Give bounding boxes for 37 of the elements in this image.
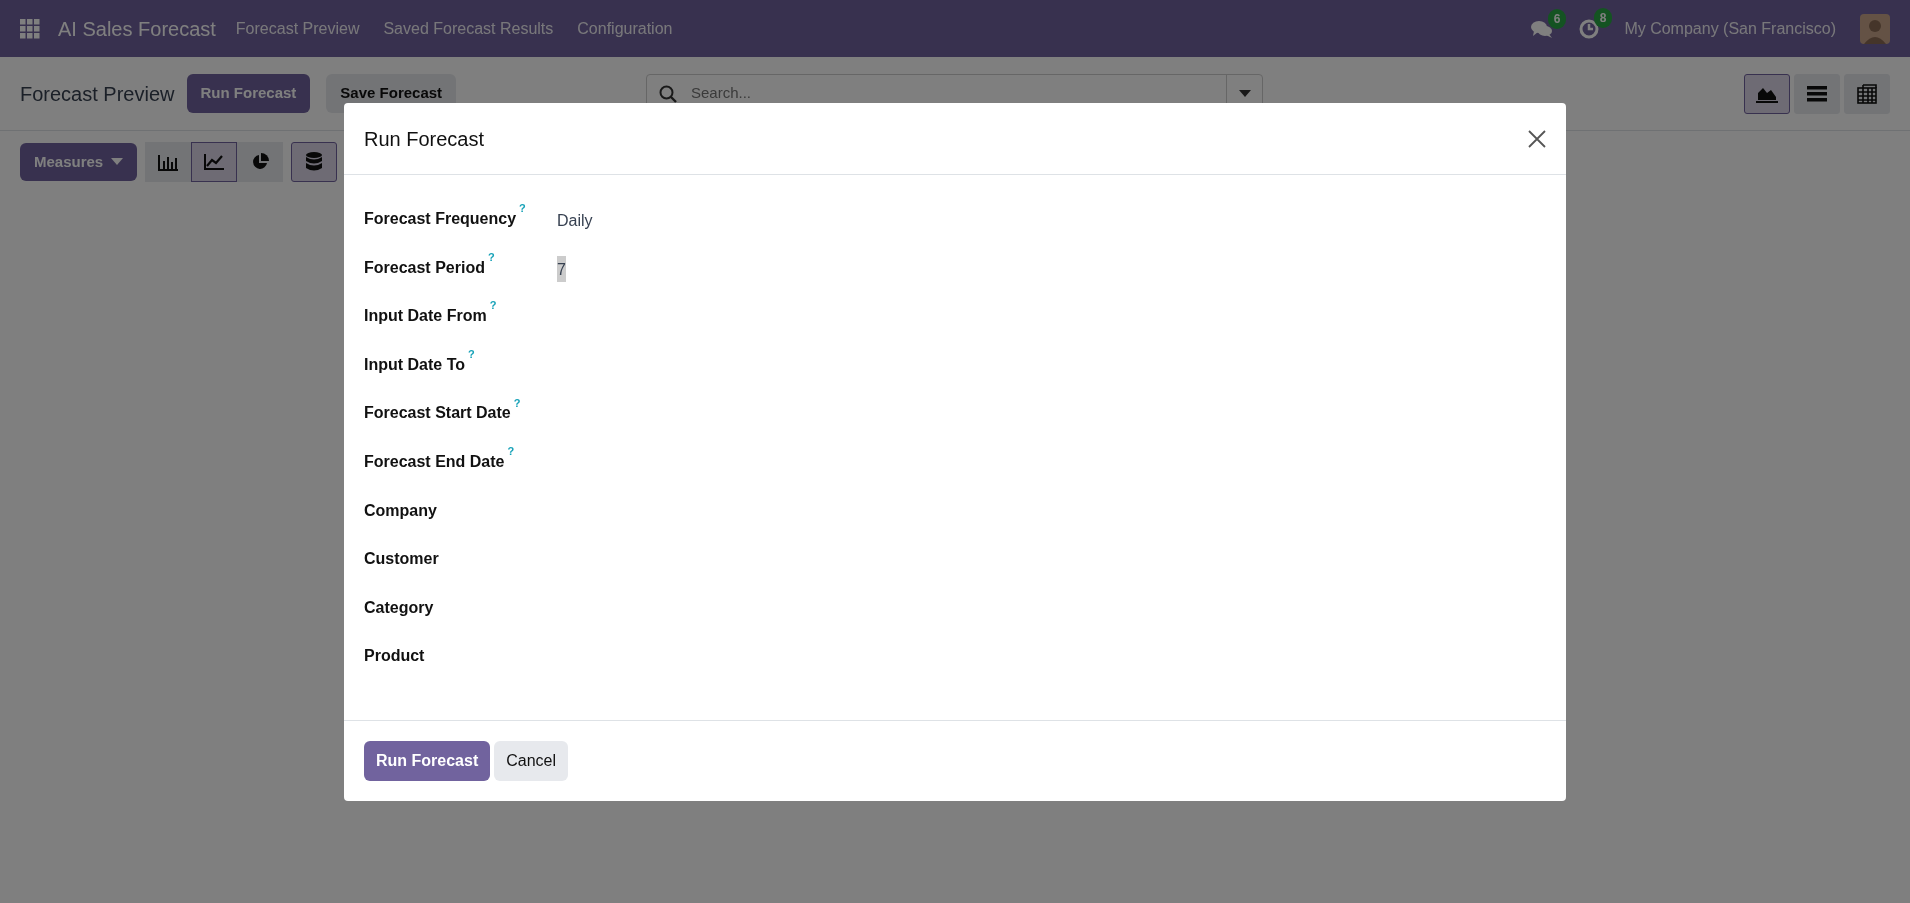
caret-icon[interactable]: [1238, 89, 1251, 98]
app-title[interactable]: AI Sales Forecast: [58, 13, 216, 44]
bar-chart-icon: [158, 153, 179, 171]
line-chart-icon: [204, 153, 225, 171]
field-label: Product: [364, 646, 426, 667]
table-grid-icon: [1857, 83, 1877, 104]
help-tooltip[interactable]: ?: [489, 299, 497, 312]
dialog-title: Run Forecast: [364, 126, 485, 152]
pie-chart-icon: [251, 153, 270, 171]
breadcrumb-title: Forecast Preview: [20, 81, 175, 107]
company-switcher[interactable]: My Company (San Francisco): [1624, 16, 1836, 41]
messages-icon[interactable]: [1530, 18, 1555, 39]
view-switch-button[interactable]: [1744, 73, 1790, 114]
field-value[interactable]: Daily: [557, 207, 593, 233]
field-label: Customer: [364, 549, 440, 570]
cancel-button[interactable]: Cancel: [494, 741, 569, 781]
menu-item[interactable]: Saved Forecast Results: [371, 16, 566, 41]
run-button[interactable]: Run Forecast: [364, 741, 491, 781]
help-tooltip[interactable]: ?: [519, 202, 526, 215]
search-icon: [659, 84, 677, 103]
caret-icon: [111, 158, 124, 166]
activities-icon[interactable]: [1578, 17, 1601, 40]
close-button[interactable]: [1528, 129, 1546, 148]
list-icon: [1807, 85, 1827, 102]
stacked-toggle-button[interactable]: [291, 142, 338, 182]
chart-type-button[interactable]: [191, 142, 238, 182]
menu-item[interactable]: Forecast Preview: [223, 16, 372, 41]
measures-dropdown[interactable]: Measures: [20, 142, 138, 182]
menu-item[interactable]: Configuration: [565, 16, 685, 41]
field-value[interactable]: 7: [557, 255, 566, 282]
activities-count-badge: 8: [1593, 7, 1613, 28]
apps-menu-icon[interactable]: [20, 18, 40, 39]
action-button[interactable]: Run Forecast: [186, 74, 311, 113]
messages-count-badge: 6: [1547, 8, 1567, 29]
field-label: Category: [364, 597, 435, 618]
database-icon: [305, 152, 324, 172]
field-label: Company: [364, 500, 438, 521]
